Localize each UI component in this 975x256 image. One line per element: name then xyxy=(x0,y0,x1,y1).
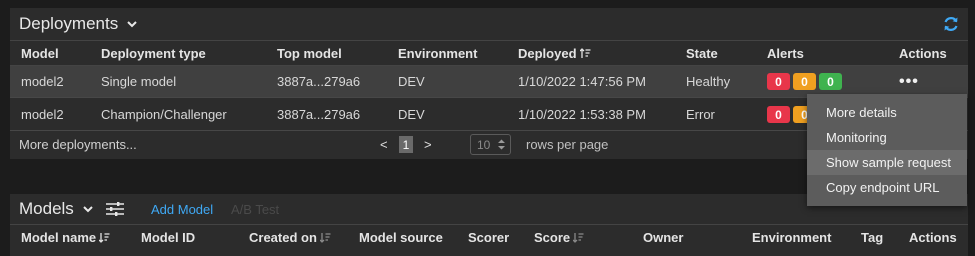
actions-menu-button[interactable]: ••• xyxy=(899,66,919,97)
col-model[interactable]: Model xyxy=(21,41,59,65)
col-tag[interactable]: Tag xyxy=(861,225,883,250)
col-actions: Actions xyxy=(899,45,947,61)
cell-deployment-type: Single model xyxy=(101,74,177,89)
sort-icon xyxy=(573,233,584,243)
deployments-header: Deployments xyxy=(10,8,968,40)
models-table-header: Model name Model ID Created on Model sou… xyxy=(10,224,968,250)
rows-per-page-value: 10 xyxy=(477,137,491,152)
col-score-label: Score xyxy=(534,230,571,245)
menu-item-monitoring[interactable]: Monitoring xyxy=(807,125,967,150)
filter-icon[interactable] xyxy=(105,202,124,216)
models-title: Models xyxy=(19,199,74,218)
cell-environment: DEV xyxy=(398,107,425,122)
col-model-id[interactable]: Model ID xyxy=(141,225,195,250)
alert-badge-red[interactable]: 0 xyxy=(767,73,790,90)
cell-state: Healthy xyxy=(686,74,731,89)
deployments-title: Deployments xyxy=(19,14,119,33)
cell-model: model2 xyxy=(21,107,64,122)
cell-environment: DEV xyxy=(398,74,425,89)
alert-badge-orange[interactable]: 0 xyxy=(793,73,816,90)
sort-icon xyxy=(319,233,331,243)
cell-alerts: 0 0 0 xyxy=(767,66,845,97)
next-page-button[interactable]: > xyxy=(424,130,432,159)
col-model-source[interactable]: Model source xyxy=(359,225,443,250)
col-model-name[interactable]: Model name xyxy=(21,225,110,250)
rows-per-page-select[interactable]: 10 xyxy=(470,130,511,159)
cell-deployment-type: Champion/Challenger xyxy=(101,107,227,122)
page-number[interactable]: 1 xyxy=(399,130,413,159)
cell-state: Error xyxy=(686,107,715,122)
col-deployment-type[interactable]: Deployment type xyxy=(101,41,206,65)
rows-per-page-label: rows per page xyxy=(526,137,609,152)
cell-top-model: 3887a...279a6 xyxy=(277,107,361,122)
col-actions: Actions xyxy=(909,230,957,245)
chevron-down-icon[interactable] xyxy=(126,18,138,30)
spinner-icon[interactable] xyxy=(497,138,506,151)
sort-icon xyxy=(99,233,110,243)
add-model-button[interactable]: Add Model xyxy=(151,202,213,217)
col-alerts[interactable]: Alerts xyxy=(767,41,804,65)
alert-badge-green[interactable]: 0 xyxy=(819,73,842,90)
cell-top-model: 3887a...279a6 xyxy=(277,74,361,89)
col-scorer[interactable]: Scorer xyxy=(468,225,509,250)
menu-item-copy-endpoint-url[interactable]: Copy endpoint URL xyxy=(807,175,967,200)
actions-dropdown-menu: More details Monitoring Show sample requ… xyxy=(807,94,967,206)
sort-icon xyxy=(579,47,591,58)
current-page: 1 xyxy=(399,136,413,153)
col-deployed[interactable]: Deployed xyxy=(518,41,591,65)
menu-item-more-details[interactable]: More details xyxy=(807,100,967,125)
menu-item-show-sample-request[interactable]: Show sample request xyxy=(807,150,967,175)
col-state[interactable]: State xyxy=(686,41,718,65)
col-environment[interactable]: Environment xyxy=(398,41,477,65)
cell-deployed: 1/10/2022 1:47:56 PM xyxy=(518,74,646,89)
alert-badge-red[interactable]: 0 xyxy=(767,106,790,123)
ab-test-button[interactable]: A/B Test xyxy=(231,202,279,217)
col-created-on-label: Created on xyxy=(249,230,317,245)
prev-page-button[interactable]: < xyxy=(380,130,388,159)
col-top-model[interactable]: Top model xyxy=(277,41,342,65)
more-deployments-link[interactable]: More deployments... xyxy=(19,130,137,159)
col-owner[interactable]: Owner xyxy=(643,225,683,250)
refresh-icon[interactable] xyxy=(942,15,960,33)
deployments-table-header: Model Deployment type Top model Environm… xyxy=(10,40,968,66)
chevron-down-icon[interactable] xyxy=(82,203,94,215)
cell-deployed: 1/10/2022 1:53:38 PM xyxy=(518,107,646,122)
col-score[interactable]: Score xyxy=(534,225,584,250)
col-environment[interactable]: Environment xyxy=(752,225,831,250)
cell-model: model2 xyxy=(21,74,64,89)
col-model-name-label: Model name xyxy=(21,230,97,245)
col-created-on[interactable]: Created on xyxy=(249,225,331,250)
col-deployed-label: Deployed xyxy=(518,45,577,61)
